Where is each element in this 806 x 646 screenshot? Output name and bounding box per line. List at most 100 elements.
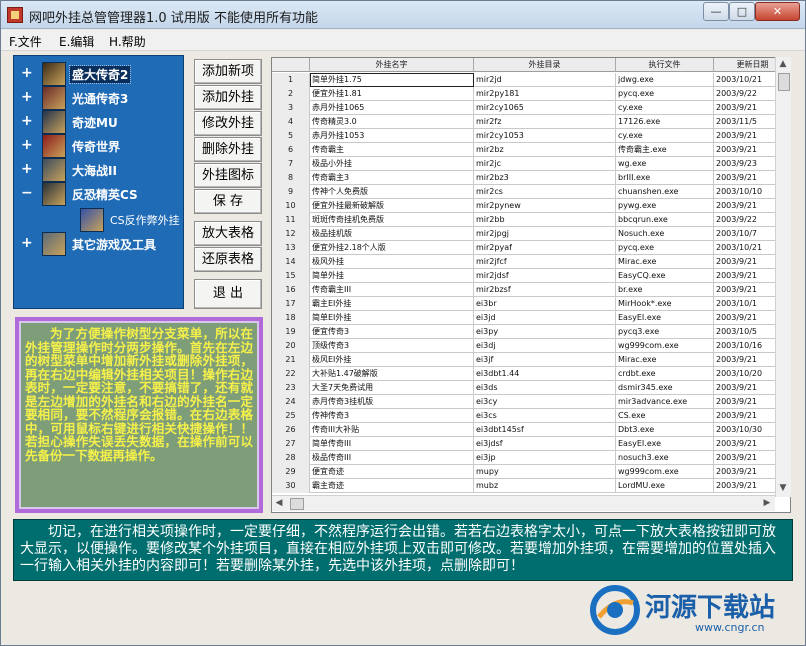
exe-file-cell[interactable]: MirHook*.exe bbox=[616, 297, 714, 311]
plugin-directory-cell[interactable]: mir2bb bbox=[474, 213, 616, 227]
table-row[interactable]: 21 极风EI外挂 ei3jf Mirac.exe 2003/9/21 bbox=[272, 353, 790, 367]
table-row[interactable]: 28 极品传奇III ei3jp nosuch3.exe 2003/9/21 bbox=[272, 451, 790, 465]
plugin-name-cell[interactable]: 传奇霸主III bbox=[310, 283, 474, 297]
table-row[interactable]: 7 极品小外挂 mir2jc wg.exe 2003/9/23 bbox=[272, 157, 790, 171]
tree-node[interactable]: − 反恐精英CS bbox=[14, 182, 185, 206]
exe-file-cell[interactable]: nosuch3.exe bbox=[616, 451, 714, 465]
exe-file-cell[interactable]: pycq.exe bbox=[616, 241, 714, 255]
exe-file-cell[interactable]: wg999com.exe bbox=[616, 339, 714, 353]
plugin-directory-cell[interactable]: ei3br bbox=[474, 297, 616, 311]
tree-node[interactable]: CS反作弊外挂 bbox=[14, 208, 185, 232]
plugin-name-cell[interactable]: 传神传奇3 bbox=[310, 409, 474, 423]
exe-file-cell[interactable]: wg.exe bbox=[616, 157, 714, 171]
table-row[interactable]: 15 简单外挂 mir2jdsf EasyCQ.exe 2003/9/21 bbox=[272, 269, 790, 283]
exe-file-cell[interactable]: Nosuch.exe bbox=[616, 227, 714, 241]
table-row[interactable]: 8 传奇霸主3 mir2bz3 brIII.exe 2003/9/21 bbox=[272, 171, 790, 185]
plugin-name-cell[interactable]: 大圣7天免费试用 bbox=[310, 381, 474, 395]
scroll-right-icon[interactable]: ▶ bbox=[760, 496, 774, 510]
exe-file-cell[interactable]: Dbt3.exe bbox=[616, 423, 714, 437]
table-row[interactable]: 10 便宜外挂最新破解版 mir2pynew pywg.exe 2003/9/21 bbox=[272, 199, 790, 213]
plugin-directory-cell[interactable]: mir2jpgj bbox=[474, 227, 616, 241]
zoom-table-button[interactable]: 放大表格 bbox=[194, 221, 262, 246]
plugin-directory-cell[interactable]: mir2py181 bbox=[474, 87, 616, 101]
add-item-button[interactable]: 添加新项 bbox=[194, 59, 262, 84]
plugin-directory-cell[interactable]: mir2jfcf bbox=[474, 255, 616, 269]
table-row[interactable]: 6 传奇霸主 mir2bz 传奇霸主.exe 2003/9/21 bbox=[272, 143, 790, 157]
tree-node[interactable]: + 奇迹MU bbox=[14, 110, 185, 134]
plugin-directory-cell[interactable]: ei3cy bbox=[474, 395, 616, 409]
plugin-name-cell[interactable]: 极风EI外挂 bbox=[310, 353, 474, 367]
plugin-directory-cell[interactable]: mir2bzsf bbox=[474, 283, 616, 297]
expand-icon[interactable]: + bbox=[21, 114, 33, 128]
plugin-name-cell[interactable]: 传神个人免费版 bbox=[310, 185, 474, 199]
exe-file-cell[interactable]: pywg.exe bbox=[616, 199, 714, 213]
plugin-name-cell[interactable]: 赤月外挂1065 bbox=[310, 101, 474, 115]
scroll-up-icon[interactable]: ▲ bbox=[776, 57, 790, 71]
save-button[interactable]: 保 存 bbox=[194, 189, 262, 214]
table-row[interactable]: 18 简单EI外挂 ei3jd EasyEI.exe 2003/9/21 bbox=[272, 311, 790, 325]
plugin-name-cell[interactable]: 极风外挂 bbox=[310, 255, 474, 269]
collapse-icon[interactable]: − bbox=[21, 186, 33, 200]
plugin-name-cell[interactable]: 赤月传奇3挂机版 bbox=[310, 395, 474, 409]
tree-node[interactable]: + 其它游戏及工具 bbox=[14, 232, 185, 256]
table-row[interactable]: 17 霸主EI外挂 ei3br MirHook*.exe 2003/10/1 bbox=[272, 297, 790, 311]
plugin-directory-cell[interactable]: ei3py bbox=[474, 325, 616, 339]
exe-file-cell[interactable]: Mirac.exe bbox=[616, 255, 714, 269]
exe-file-cell[interactable]: EasyEI.exe bbox=[616, 437, 714, 451]
plugin-directory-cell[interactable]: ei3dbt145sf bbox=[474, 423, 616, 437]
table-row[interactable]: 19 便宜传奇3 ei3py pycq3.exe 2003/10/5 bbox=[272, 325, 790, 339]
menu-help[interactable]: H.帮助 bbox=[109, 33, 146, 50]
plugin-table[interactable]: 外挂名字 外挂目录 执行文件 更新日期 1 简单外挂1.75 mir2jd jdwg.exe… bbox=[271, 57, 791, 513]
plugin-name-cell[interactable]: 极品挂机版 bbox=[310, 227, 474, 241]
plugin-name-cell[interactable]: 传奇霸主 bbox=[310, 143, 474, 157]
exe-file-cell[interactable]: EasyEI.exe bbox=[616, 311, 714, 325]
plugin-name-cell[interactable]: 霸主奇迹 bbox=[310, 479, 474, 493]
plugin-directory-cell[interactable]: mir2pyaf bbox=[474, 241, 616, 255]
table-row[interactable]: 4 传奇精灵3.0 mir2fz 17126.exe 2003/11/5 bbox=[272, 115, 790, 129]
table-row[interactable]: 14 极风外挂 mir2jfcf Mirac.exe 2003/9/21 bbox=[272, 255, 790, 269]
exe-file-cell[interactable]: dsmir345.exe bbox=[616, 381, 714, 395]
table-row[interactable]: 27 简单传奇III ei3jdsf EasyEI.exe 2003/9/21 bbox=[272, 437, 790, 451]
scroll-down-icon[interactable]: ▼ bbox=[776, 481, 790, 495]
plugin-name-cell[interactable]: 便宜奇迹 bbox=[310, 465, 474, 479]
exe-file-cell[interactable]: jdwg.exe bbox=[616, 73, 714, 87]
plugin-icon-button[interactable]: 外挂图标 bbox=[194, 163, 262, 188]
scroll-left-icon[interactable]: ◀ bbox=[272, 496, 286, 510]
expand-icon[interactable]: + bbox=[21, 66, 33, 80]
plugin-directory-cell[interactable]: mir2jd bbox=[474, 73, 616, 87]
horizontal-scroll-thumb[interactable] bbox=[290, 498, 304, 510]
plugin-name-cell[interactable]: 便宜外挂2.18个人版 bbox=[310, 241, 474, 255]
exe-file-cell[interactable]: LordMU.exe bbox=[616, 479, 714, 493]
table-row[interactable]: 24 赤月传奇3挂机版 ei3cy mir3advance.exe 2003/9/21 bbox=[272, 395, 790, 409]
exe-file-cell[interactable]: wg999com.exe bbox=[616, 465, 714, 479]
plugin-name-cell[interactable]: 霸主EI外挂 bbox=[310, 297, 474, 311]
menu-file[interactable]: F.文件 bbox=[9, 33, 42, 50]
plugin-name-cell[interactable]: 传奇精灵3.0 bbox=[310, 115, 474, 129]
expand-icon[interactable]: + bbox=[21, 236, 33, 250]
exe-file-cell[interactable]: EasyCQ.exe bbox=[616, 269, 714, 283]
plugin-directory-cell[interactable]: ei3jdsf bbox=[474, 437, 616, 451]
plugin-name-cell[interactable]: 赤月外挂1053 bbox=[310, 129, 474, 143]
plugin-name-cell[interactable]: 便宜外挂1.81 bbox=[310, 87, 474, 101]
expand-icon[interactable]: + bbox=[21, 162, 33, 176]
plugin-name-cell[interactable]: 便宜传奇3 bbox=[310, 325, 474, 339]
exe-file-cell[interactable]: br.exe bbox=[616, 283, 714, 297]
exe-file-cell[interactable]: bbcqrun.exe bbox=[616, 213, 714, 227]
exe-file-cell[interactable]: pycq.exe bbox=[616, 87, 714, 101]
vertical-scroll-thumb[interactable] bbox=[778, 73, 790, 91]
table-row[interactable]: 16 传奇霸主III mir2bzsf br.exe 2003/9/21 bbox=[272, 283, 790, 297]
plugin-name-cell[interactable]: 极品小外挂 bbox=[310, 157, 474, 171]
table-row[interactable]: 1 简单外挂1.75 mir2jd jdwg.exe 2003/10/21 bbox=[272, 73, 790, 87]
plugin-name-cell[interactable]: 便宜外挂最新破解版 bbox=[310, 199, 474, 213]
table-row[interactable]: 30 霸主奇迹 mubz LordMU.exe 2003/9/21 bbox=[272, 479, 790, 493]
exe-file-cell[interactable]: Mirac.exe bbox=[616, 353, 714, 367]
plugin-directory-cell[interactable]: ei3jd bbox=[474, 311, 616, 325]
edit-plugin-button[interactable]: 修改外挂 bbox=[194, 111, 262, 136]
plugin-dir-header[interactable]: 外挂目录 bbox=[474, 58, 616, 72]
table-row[interactable]: 29 便宜奇迹 mupy wg999com.exe 2003/9/21 bbox=[272, 465, 790, 479]
plugin-directory-cell[interactable]: mir2jdsf bbox=[474, 269, 616, 283]
tree-node[interactable]: + 大海战II bbox=[14, 158, 185, 182]
plugin-name-header[interactable]: 外挂名字 bbox=[310, 58, 474, 72]
exe-file-cell[interactable]: crdbt.exe bbox=[616, 367, 714, 381]
game-tree[interactable]: + 盛大传奇2 + 光通传奇3 + 奇迹MU + 传奇世界 + 大海战II − 反恐精英CS CS反作弊… bbox=[13, 55, 184, 309]
